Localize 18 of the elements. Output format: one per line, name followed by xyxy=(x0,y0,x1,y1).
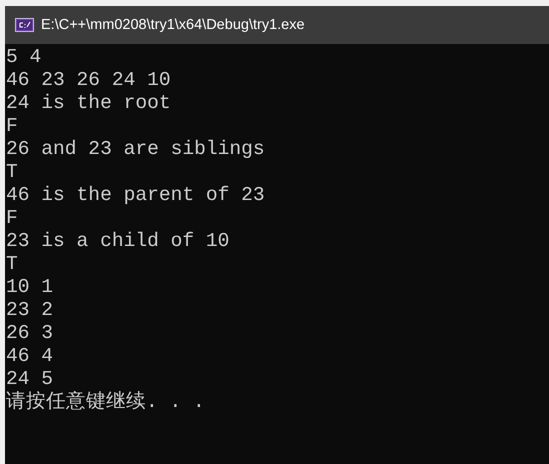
console-output-line: 5 4 xyxy=(6,46,42,69)
window-title: E:\C++\mm0208\try1\x64\Debug\try1.exe xyxy=(41,17,305,33)
console-output-line: T xyxy=(6,161,19,184)
console-output-line: 26 3 xyxy=(6,322,54,345)
console-output-line: 46 is the parent of 23 xyxy=(6,184,266,207)
console-output-line: 24 5 xyxy=(6,368,54,391)
console-output-line: 46 4 xyxy=(6,345,54,368)
console-output-line: 请按任意键继续. . . xyxy=(6,391,206,414)
console-output-line: F xyxy=(6,207,19,230)
console-output-line: 46 23 26 24 10 xyxy=(6,69,172,92)
console-output-line: 10 1 xyxy=(6,276,54,299)
console-app-icon xyxy=(15,18,34,32)
console-output-line: 26 and 23 are siblings xyxy=(6,138,266,161)
console-output-line: F xyxy=(6,115,19,138)
console-output-line: 23 is a child of 10 xyxy=(6,230,230,253)
console-output-line: 24 is the root xyxy=(6,92,172,115)
console-output-line: T xyxy=(6,253,19,276)
console-output-line: 23 2 xyxy=(6,299,54,322)
